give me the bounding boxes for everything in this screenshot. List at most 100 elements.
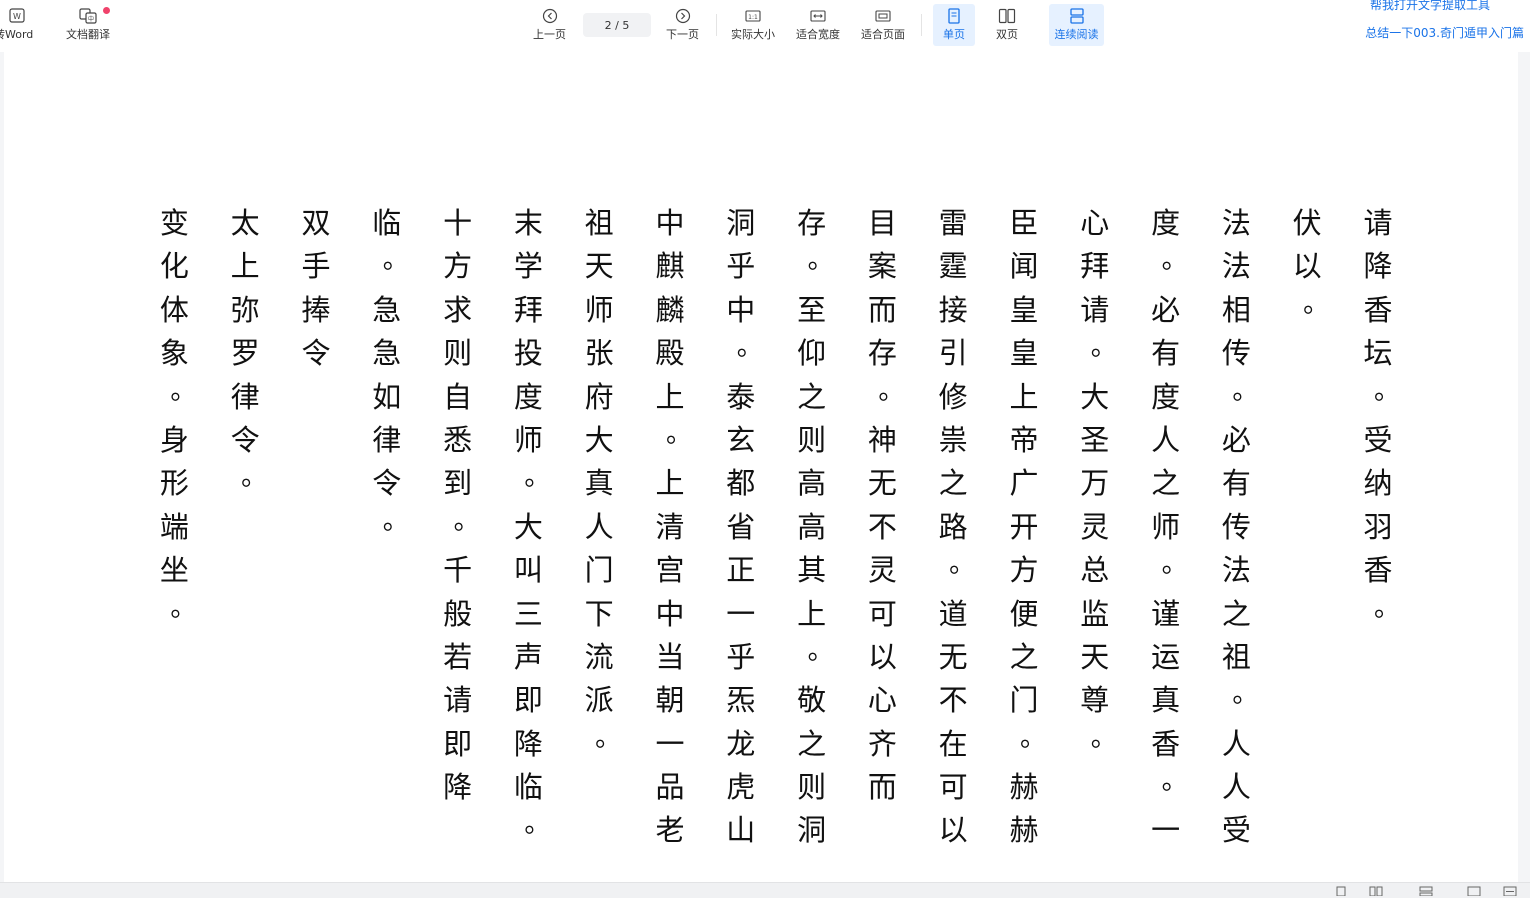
- fit-width-button[interactable]: 适合宽度: [796, 8, 840, 42]
- double-page-icon[interactable]: [1369, 886, 1383, 896]
- document-title-link[interactable]: 总结一下003.奇门遁甲入门篇: [1365, 24, 1524, 41]
- text-char: 纳: [1363, 466, 1393, 501]
- text-char: 。: [241, 462, 268, 493]
- text-char: 悉: [443, 422, 473, 457]
- text-char: 齐: [867, 726, 897, 761]
- prev-page-label: 上一页: [533, 28, 566, 41]
- text-char: 。: [524, 462, 551, 493]
- text-char: 帝: [1009, 422, 1039, 457]
- text-char: 方: [443, 249, 473, 284]
- text-column: 法法相传。必有传法之祖。人人受: [1214, 202, 1259, 853]
- text-char: 。: [1161, 549, 1188, 580]
- text-column: 洞乎中。泰玄都省正一乎炁龙虎山: [719, 202, 763, 853]
- text-char: 令: [301, 336, 331, 371]
- single-page-icon[interactable]: [1335, 886, 1347, 896]
- text-char: 度: [513, 379, 543, 414]
- translate-icon: 中: [79, 8, 97, 24]
- text-char: 中: [655, 596, 685, 631]
- text-char: 下: [584, 596, 614, 631]
- text-char: 当: [655, 639, 685, 674]
- text-char: 如: [372, 379, 402, 414]
- next-page-button[interactable]: 下一页: [666, 8, 699, 42]
- text-char: 。: [949, 549, 976, 580]
- text-char: 心: [1080, 206, 1110, 240]
- toolbar: W 转Word 中 文档翻译 上一页 2 / 5 下一页 1:1: [0, 0, 1530, 52]
- circle-left-icon: [542, 8, 557, 24]
- to-word-button[interactable]: W 转Word: [0, 8, 33, 42]
- text-char: 急: [372, 292, 402, 327]
- to-word-label: 转Word: [0, 28, 34, 41]
- text-column: 变化体象。身形端坐。: [152, 202, 197, 636]
- actual-size-icon: 1:1: [745, 10, 761, 22]
- text-char: 即: [513, 683, 543, 718]
- page-indicator: 2 / 5: [604, 18, 630, 32]
- text-char: 化: [159, 249, 189, 284]
- text-char: 之: [938, 466, 968, 501]
- text-char: 。: [382, 505, 409, 536]
- continuous-icon[interactable]: [1419, 886, 1433, 896]
- text-char: 降: [443, 770, 473, 805]
- double-page-label: 双页: [996, 28, 1018, 41]
- fit-page-button[interactable]: 适合页面: [861, 8, 905, 42]
- toolbar-divider: [716, 14, 717, 36]
- status-bar: [0, 882, 1530, 898]
- single-page-label: 单页: [943, 28, 965, 41]
- text-char: 目: [867, 206, 897, 240]
- text-char: 监: [1080, 596, 1110, 631]
- text-char: 之: [1009, 639, 1039, 674]
- text-char: 一: [655, 726, 685, 761]
- actual-size-icon[interactable]: [1467, 886, 1481, 896]
- text-char: 拜: [1080, 249, 1110, 284]
- text-char: 神: [867, 422, 897, 457]
- text-char: 受: [1363, 422, 1393, 457]
- text-char: 之: [797, 726, 827, 761]
- text-char: 太: [230, 206, 260, 240]
- prev-page-button[interactable]: 上一页: [533, 8, 566, 42]
- text-char: 体: [159, 292, 189, 327]
- text-char: 声: [513, 639, 543, 674]
- text-column: 十方求则自悉到。千般若请即降: [436, 202, 480, 809]
- page-number-input[interactable]: 2 / 5: [583, 13, 651, 37]
- document-page: 请降香坛。受纳羽香。伏以。法法相传。必有传法之祖。人人受度。必有度人之师。谨运真…: [4, 52, 1518, 882]
- text-char: 相: [1221, 292, 1251, 327]
- fit-page-icon: [875, 10, 891, 22]
- text-char: 上: [1009, 379, 1039, 414]
- text-char: 朝: [655, 683, 685, 718]
- double-page-button[interactable]: 双页: [996, 8, 1018, 42]
- text-char: 。: [1161, 766, 1188, 797]
- document-viewport[interactable]: 请降香坛。受纳羽香。伏以。法法相传。必有传法之祖。人人受度。必有度人之师。谨运真…: [0, 52, 1530, 882]
- actual-size-label: 实际大小: [731, 28, 775, 41]
- text-char: 。: [453, 505, 480, 536]
- text-char: 师: [584, 292, 614, 327]
- text-char: 宫: [655, 553, 685, 588]
- text-char: 接: [938, 292, 968, 327]
- text-char: 之: [1151, 466, 1181, 501]
- text-char: 则: [797, 770, 827, 805]
- continuous-read-button[interactable]: 连续阅读: [1049, 4, 1104, 46]
- actual-size-button[interactable]: 1:1 实际大小: [731, 8, 775, 42]
- text-char: 投: [513, 336, 543, 371]
- text-char: 天: [1080, 639, 1110, 674]
- text-char: 案: [867, 249, 897, 284]
- text-char: 叫: [513, 553, 543, 588]
- text-char: 运: [1151, 639, 1181, 674]
- fit-width-icon[interactable]: [1503, 886, 1517, 896]
- text-column: 中麒麟殿上。上清宫中当朝一品老: [648, 202, 692, 853]
- text-char: 学: [513, 249, 543, 284]
- text-char: 。: [170, 375, 197, 406]
- text-char: 一: [726, 596, 756, 631]
- text-char: 十: [443, 206, 473, 240]
- text-char: 臣: [1009, 206, 1039, 240]
- ocr-tool-link[interactable]: 帮我打开文字提取工具: [1370, 0, 1490, 13]
- continuous-icon: [1069, 8, 1084, 24]
- fit-page-label: 适合页面: [861, 28, 905, 41]
- text-char: 拜: [513, 292, 543, 327]
- text-char: 赫: [1009, 770, 1039, 805]
- text-char: 以: [938, 813, 968, 848]
- text-char: 。: [736, 332, 763, 363]
- text-column: 太上弥罗律令。: [223, 202, 268, 506]
- single-page-button[interactable]: 单页: [933, 4, 975, 46]
- text-char: 至: [797, 292, 827, 327]
- text-char: 急: [372, 336, 402, 371]
- next-page-label: 下一页: [666, 28, 699, 41]
